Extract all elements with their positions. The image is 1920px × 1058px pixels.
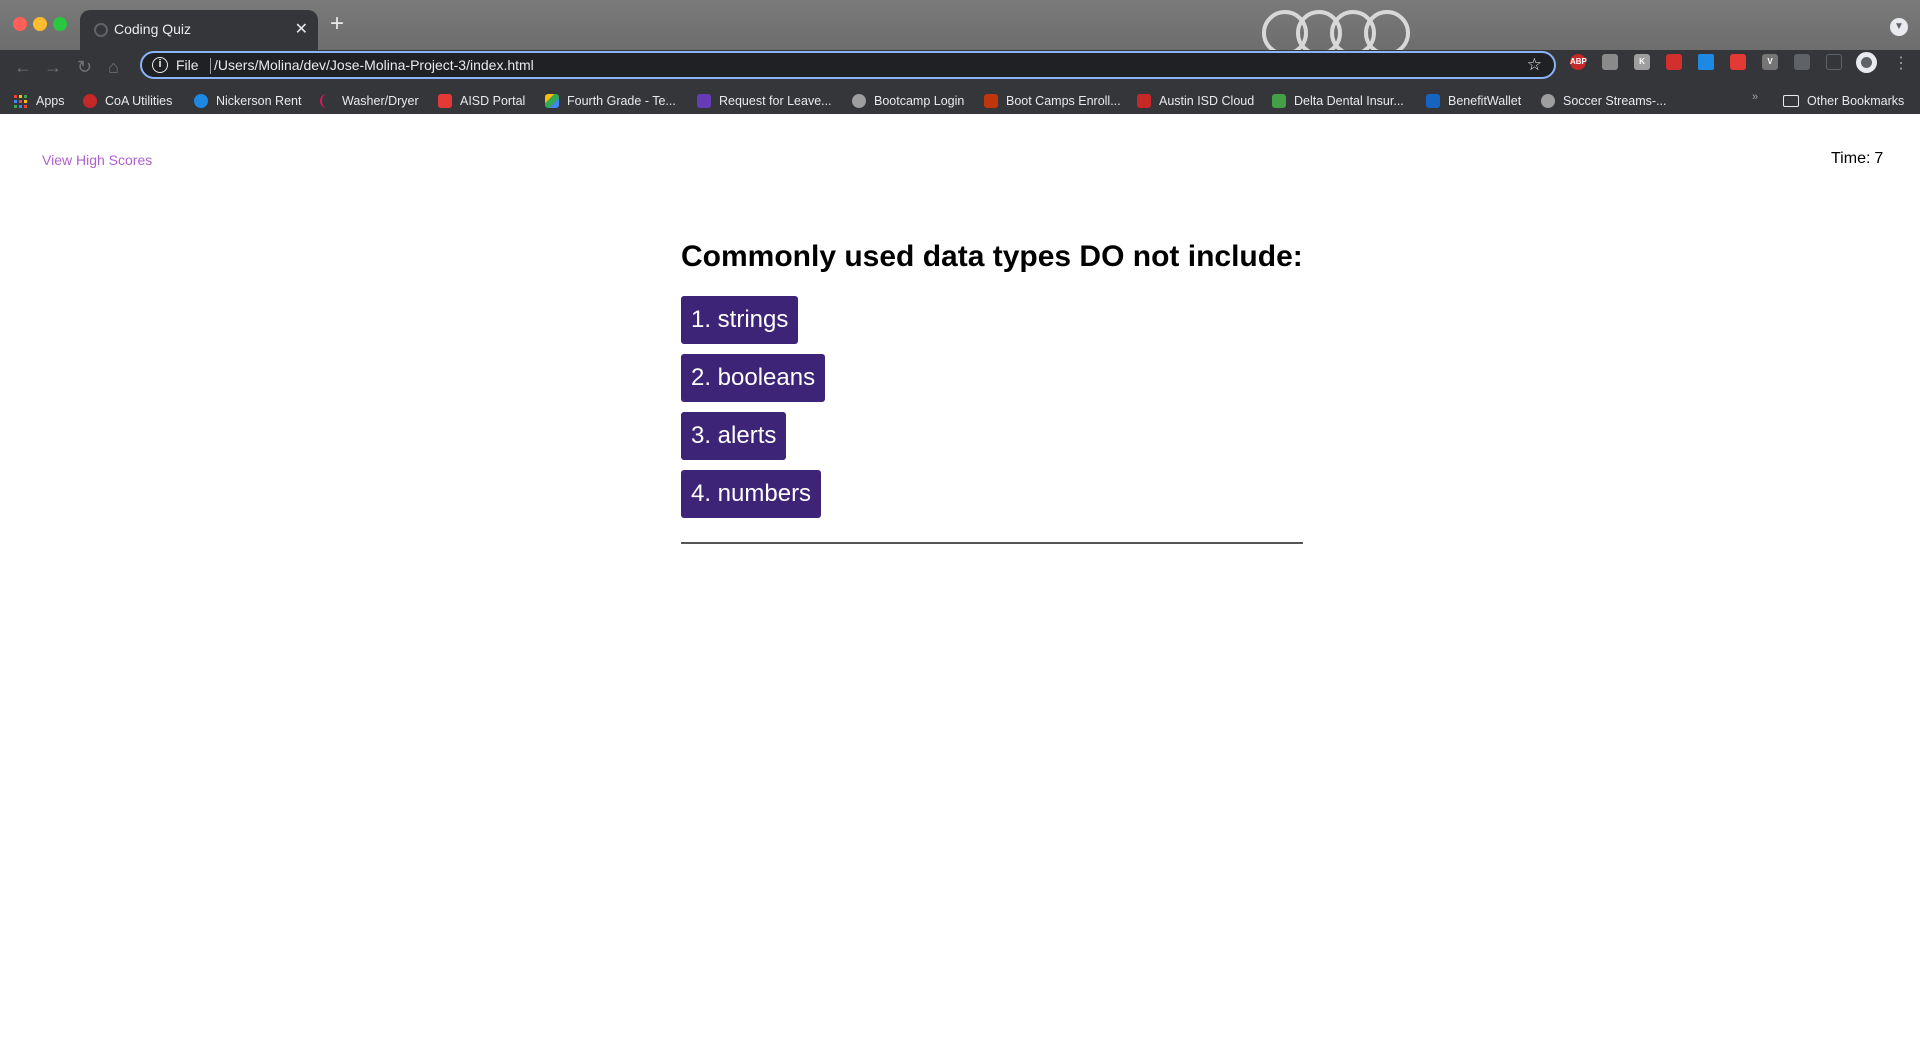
bookmark-boot-camps-enroll[interactable]: Boot Camps Enroll... (984, 92, 1121, 110)
adblock-icon[interactable]: ABP (1570, 54, 1587, 70)
bookmark-coa-utilities[interactable]: CoA Utilities (83, 92, 172, 110)
toolbar: ← → ↻ ⌂ i File /Users/Molina/dev/Jose-Mo… (0, 50, 1920, 86)
address-bar[interactable]: i File /Users/Molina/dev/Jose-Molina-Pro… (140, 51, 1556, 79)
bookmark-favicon (1426, 94, 1440, 108)
cast-icon[interactable] (1826, 54, 1842, 70)
bookmark-soccer-streams[interactable]: Soccer Streams-... (1541, 92, 1667, 110)
bookmark-delta-dental[interactable]: Delta Dental Insur... (1272, 92, 1404, 110)
quiz-card: Commonly used data types DO not include:… (681, 240, 1303, 544)
shield-icon (984, 94, 998, 108)
minimize-window-button[interactable] (33, 17, 47, 31)
tab-title: Coding Quiz (114, 21, 192, 37)
bookmark-aisd-portal[interactable]: AISD Portal (438, 92, 525, 110)
globe-icon (852, 94, 866, 108)
bookmark-bootcamp-login[interactable]: Bootcamp Login (852, 92, 964, 110)
bookmark-favicon (83, 94, 97, 108)
url-separator (210, 58, 211, 74)
question-title: Commonly used data types DO not include: (681, 240, 1303, 273)
tab-close-icon[interactable]: ✕ (295, 19, 308, 39)
chevron-double-right-icon[interactable]: » (1752, 91, 1758, 103)
bookmark-fourth-grade[interactable]: Fourth Grade - Te... (545, 92, 676, 110)
google-drive-icon[interactable] (1698, 54, 1714, 70)
star-icon[interactable]: ☆ (1527, 55, 1542, 75)
extension-icon[interactable] (1730, 54, 1746, 70)
choice-button-3[interactable]: 3. alerts (681, 412, 787, 460)
choice-button-2[interactable]: 2. booleans (681, 354, 826, 402)
globe-icon (94, 23, 108, 37)
extension-icon[interactable] (1666, 54, 1682, 70)
bookmark-benefitwallet[interactable]: BenefitWallet (1426, 92, 1521, 110)
timer: Time: 7 (1831, 150, 1883, 168)
google-drive-icon (545, 94, 559, 108)
forward-arrow-icon[interactable]: → (44, 56, 62, 78)
menu-icon[interactable]: ⋮ (1893, 53, 1909, 73)
bookmarks-bar: Apps CoA Utilities Nickerson Rent Washer… (0, 86, 1920, 114)
url-text[interactable]: /Users/Molina/dev/Jose-Molina-Project-3/… (214, 57, 534, 73)
new-tab-button[interactable]: + (330, 12, 344, 36)
bookmark-favicon (320, 94, 334, 108)
triangle-icon (1272, 94, 1286, 108)
close-window-button[interactable] (13, 17, 27, 31)
reload-icon[interactable]: ↻ (77, 56, 92, 78)
extension-icon[interactable] (1602, 54, 1618, 70)
bookmark-favicon (1137, 94, 1151, 108)
choice-button-4[interactable]: 4. numbers (681, 470, 822, 518)
bookmark-favicon (438, 94, 452, 108)
timer-label: Time: (1831, 150, 1871, 167)
bookmark-nickerson-rent[interactable]: Nickerson Rent (194, 92, 301, 110)
profile-avatar[interactable] (1856, 52, 1877, 73)
choices-list: 1. strings 2. booleans 3. alerts 4. numb… (681, 296, 1303, 518)
bookmark-other-bookmarks[interactable]: Other Bookmarks (1783, 92, 1904, 110)
apps-grid-icon (14, 94, 27, 108)
folder-icon (1783, 95, 1799, 107)
form-icon (697, 94, 711, 108)
bookmark-favicon (194, 94, 208, 108)
extension-k-icon[interactable]: K (1634, 54, 1650, 70)
extension-v-icon[interactable]: V (1762, 54, 1778, 70)
maximize-window-button[interactable] (53, 17, 67, 31)
url-scheme: File (176, 57, 199, 73)
page-content: View High Scores Time: 7 Commonly used da… (0, 114, 1920, 1058)
bookmark-washer-dryer[interactable]: Washer/Dryer (320, 92, 419, 110)
audi-rings-logo (1262, 8, 1414, 56)
chevron-down-icon[interactable]: ▼ (1890, 18, 1908, 36)
bookmark-request-for-leave[interactable]: Request for Leave... (697, 92, 832, 110)
puzzle-icon[interactable] (1794, 54, 1810, 70)
timer-value: 7 (1874, 150, 1884, 167)
bookmark-apps[interactable]: Apps (14, 92, 65, 110)
soccer-ball-icon (1541, 94, 1555, 108)
browser-chrome: Coding Quiz ✕ + ▼ ← → ↻ ⌂ i File /Users/… (0, 0, 1920, 114)
tab-strip: Coding Quiz ✕ + ▼ (0, 0, 1920, 56)
view-high-scores-link[interactable]: View High Scores (42, 152, 152, 168)
back-arrow-icon[interactable]: ← (14, 56, 32, 78)
home-icon[interactable]: ⌂ (108, 56, 119, 78)
tab-coding-quiz[interactable]: Coding Quiz ✕ (80, 10, 318, 50)
choice-button-1[interactable]: 1. strings (681, 296, 799, 344)
info-icon[interactable]: i (152, 57, 168, 73)
divider (681, 542, 1303, 544)
bookmark-austin-isd-cloud[interactable]: Austin ISD Cloud (1137, 92, 1254, 110)
